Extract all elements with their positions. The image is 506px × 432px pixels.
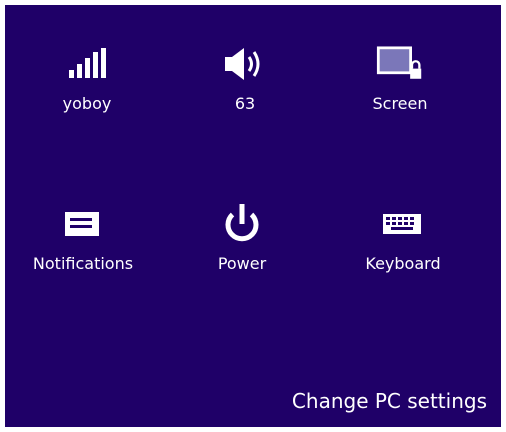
screen-lock-icon: [376, 40, 424, 88]
tile-volume[interactable]: 63: [170, 32, 320, 142]
tile-screen-label: Screen: [372, 94, 428, 113]
tile-keyboard[interactable]: Keyboard: [328, 192, 478, 302]
tile-screen[interactable]: Screen: [325, 32, 475, 142]
tile-power-label: Power: [217, 254, 267, 273]
tile-power[interactable]: Power: [167, 192, 317, 302]
settings-charm-panel: yoboy 63 Screen Notifications Power Keyb…: [5, 5, 501, 427]
speaker-icon: [221, 40, 269, 88]
tile-network[interactable]: yoboy: [12, 32, 162, 142]
change-pc-settings-link[interactable]: Change PC settings: [292, 389, 487, 413]
keyboard-icon: [379, 200, 427, 248]
power-icon: [218, 200, 266, 248]
tile-keyboard-label: Keyboard: [365, 254, 441, 273]
tile-volume-label: 63: [234, 94, 256, 113]
wifi-signal-icon: [63, 40, 111, 88]
tile-network-label: yoboy: [62, 94, 112, 113]
notifications-icon: [59, 200, 107, 248]
tile-notifications-label: Notifications: [32, 254, 134, 273]
tile-notifications[interactable]: Notifications: [8, 192, 158, 302]
